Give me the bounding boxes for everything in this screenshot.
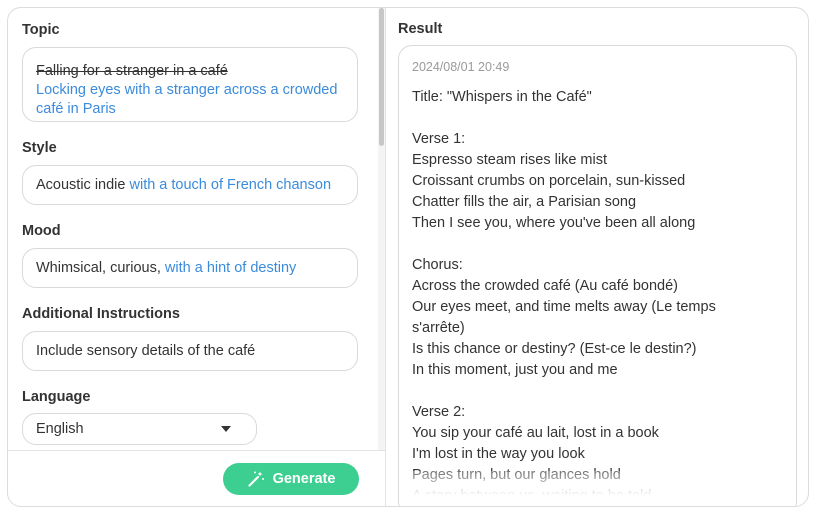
input-scroll-area[interactable]: Topic Falling for a stranger in a café L… <box>8 8 385 450</box>
language-label: Language <box>22 389 91 405</box>
style-label: Style <box>22 140 57 156</box>
language-select[interactable]: English <box>22 413 257 445</box>
panel-divider <box>385 8 386 506</box>
input-panel: Topic Falling for a stranger in a café L… <box>8 8 385 506</box>
result-fade-overlay <box>399 471 796 506</box>
generate-button[interactable]: Generate <box>223 463 359 495</box>
magic-wand-icon <box>247 470 265 488</box>
style-suggestion-text: with a touch of French chanson <box>125 176 332 193</box>
mood-label: Mood <box>22 223 61 239</box>
result-label: Result <box>398 21 443 37</box>
topic-suggestion-text: Locking eyes with a stranger across a cr… <box>36 82 338 117</box>
app-frame: Topic Falling for a stranger in a café L… <box>7 7 809 507</box>
footer-divider <box>8 450 385 451</box>
topic-original-text: Falling for a stranger in a café <box>36 63 228 79</box>
topic-label: Topic <box>22 22 60 38</box>
result-timestamp: 2024/08/01 20:49 <box>412 60 510 74</box>
language-selected-value: English <box>36 421 84 437</box>
mood-input[interactable]: Whimsical, curious, with a hint of desti… <box>22 248 358 288</box>
caret-down-icon <box>221 426 231 432</box>
mood-base-text: Whimsical, curious, <box>36 259 161 276</box>
result-lyrics-text: Title: "Whispers in the Café" Verse 1: E… <box>412 89 716 504</box>
style-base-text: Acoustic indie <box>36 176 126 193</box>
additional-instructions-input[interactable]: Include sensory details of the café <box>22 331 358 371</box>
topic-input[interactable]: Falling for a stranger in a café Locking… <box>22 47 358 122</box>
result-output[interactable]: 2024/08/01 20:49 Title: "Whispers in the… <box>398 45 797 506</box>
left-scrollbar-thumb[interactable] <box>379 8 384 146</box>
mood-suggestion-text: with a hint of destiny <box>160 259 297 276</box>
style-input[interactable]: Acoustic indie with a touch of French ch… <box>22 165 358 205</box>
generate-button-label: Generate <box>272 471 336 487</box>
additional-instructions-text: Include sensory details of the café <box>36 342 256 359</box>
additional-instructions-label: Additional Instructions <box>22 306 180 322</box>
